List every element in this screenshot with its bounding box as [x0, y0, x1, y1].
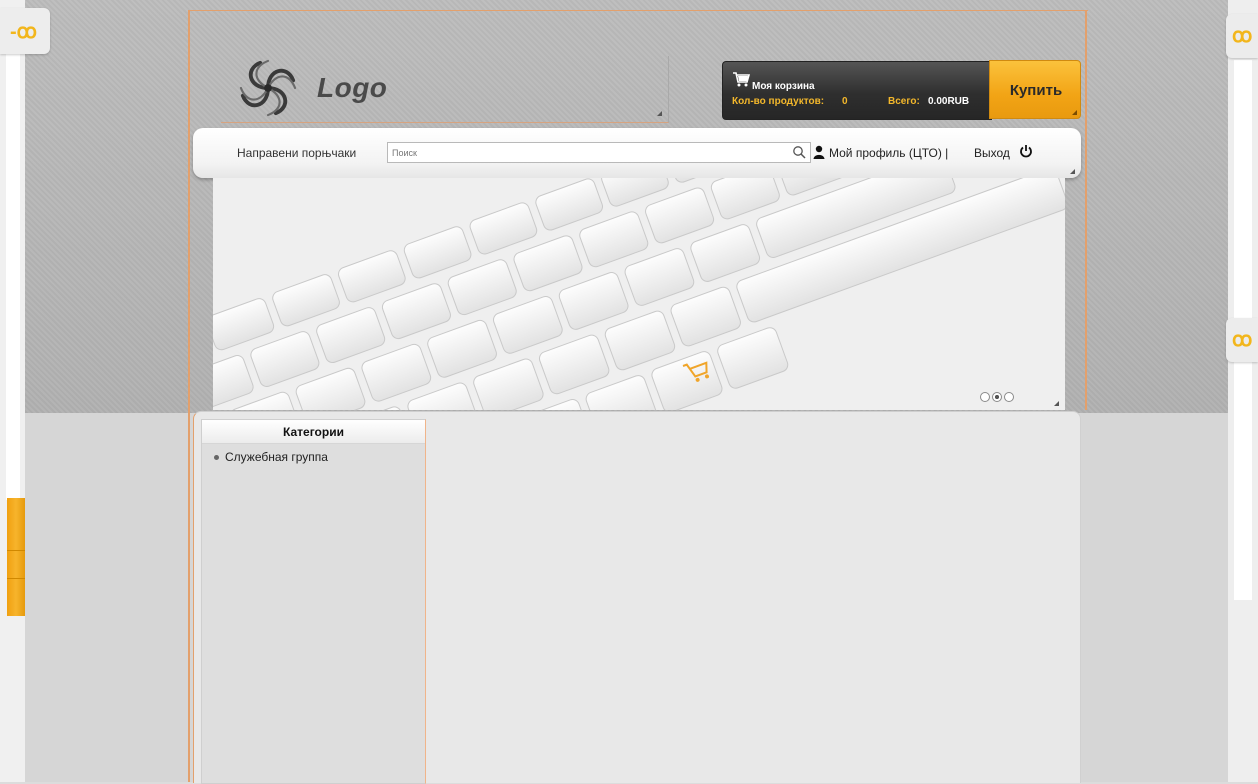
sidebar-title: Категории	[283, 425, 344, 439]
slider-dot[interactable]	[992, 392, 1002, 402]
cart-total: 0.00RUB	[928, 96, 970, 107]
category-item[interactable]: Служебная группа	[214, 450, 328, 464]
slider-dots	[980, 392, 1016, 404]
keyboard-banner-image	[213, 178, 1065, 410]
search-input[interactable]	[392, 145, 782, 161]
profile-link[interactable]: Мой профиль (ЦТО) |	[829, 146, 948, 160]
slider-dot[interactable]	[1004, 392, 1014, 402]
power-icon[interactable]	[1019, 144, 1033, 158]
categories-sidebar: Категории Служебная группа	[201, 419, 426, 784]
right-edge-strip	[1228, 0, 1258, 782]
bullet-icon	[214, 455, 219, 461]
search-box[interactable]	[387, 142, 811, 163]
left-scroll-handle[interactable]	[7, 498, 25, 616]
slider-dot[interactable]	[980, 392, 990, 402]
left-edge-strip	[0, 0, 25, 782]
logout-link[interactable]: Выход	[974, 146, 1010, 160]
category-item-label: Служебная группа	[225, 450, 328, 464]
logo-block: Logo	[221, 56, 669, 123]
mini-cart[interactable]: Моя корзина Кол-во продуктов: 0 Всего: 0…	[722, 61, 992, 120]
resize-handle-icon[interactable]	[1054, 401, 1059, 406]
sidebar-header: Категории	[202, 420, 425, 444]
banner-slider[interactable]	[213, 178, 1065, 410]
pin-icon[interactable]: ꝏ	[1226, 14, 1258, 58]
cart-count-label: Кол-во продуктов:	[732, 96, 825, 107]
cart-total-label: Всего:	[888, 96, 920, 107]
logo-swirl-icon[interactable]	[239, 59, 297, 117]
page-frame-top	[188, 10, 1088, 11]
page-frame-right	[1085, 10, 1087, 410]
pin-icon[interactable]: ꝏ	[1226, 318, 1258, 362]
buy-button[interactable]: Купить	[989, 60, 1081, 119]
search-icon[interactable]	[792, 145, 806, 159]
resize-handle-icon[interactable]	[1070, 169, 1075, 174]
page-frame-left	[188, 10, 190, 782]
cart-title: Моя корзина	[752, 81, 815, 92]
nav-bar: Направени порњчаки Мой профиль (ЦТО) | В…	[193, 128, 1081, 178]
resize-handle-icon[interactable]	[657, 111, 662, 116]
logo-text[interactable]: Logo	[317, 72, 387, 104]
buy-button-label: Купить	[1009, 82, 1063, 99]
cart-icon	[732, 71, 751, 91]
orders-link[interactable]: Направени порњчаки	[237, 146, 356, 160]
pin-icon[interactable]: -ꝏ	[0, 8, 50, 54]
cart-count: 0	[842, 96, 848, 107]
user-icon	[813, 145, 825, 159]
